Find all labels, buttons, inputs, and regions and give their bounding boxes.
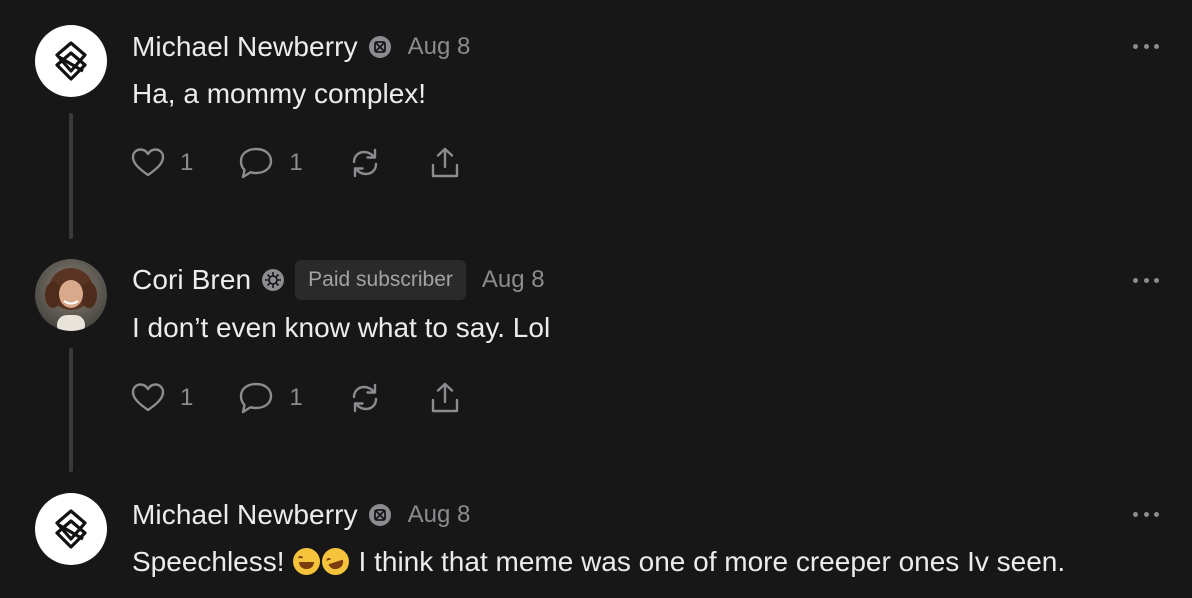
author-name[interactable]: Michael Newberry bbox=[132, 499, 358, 531]
reply-button[interactable]: 1 bbox=[237, 145, 303, 181]
comment-header: Cori Bren Paid subscriber Aug 8 bbox=[132, 260, 545, 300]
avatar-cori-bren[interactable] bbox=[35, 259, 107, 331]
comment-text-after: I think that meme was one of more creepe… bbox=[358, 546, 1066, 577]
speech-bubble-icon bbox=[240, 382, 273, 414]
avatar-michael-newberry[interactable] bbox=[35, 25, 107, 97]
comment-text: Speechless! I think that meme was one of … bbox=[132, 544, 1066, 579]
author-name[interactable]: Michael Newberry bbox=[132, 31, 358, 63]
emoji-group bbox=[292, 544, 353, 579]
author-name[interactable]: Cori Bren bbox=[132, 264, 251, 296]
logo-icon bbox=[55, 509, 87, 549]
like-button[interactable]: 1 bbox=[130, 380, 193, 416]
more-dots-icon[interactable] bbox=[1133, 509, 1159, 519]
subscriber-badge-icon bbox=[368, 36, 391, 58]
thread-line bbox=[69, 348, 73, 472]
share-upload-icon bbox=[431, 382, 458, 413]
restack-arrows-icon bbox=[352, 148, 377, 178]
paid-subscriber-badge: Paid subscriber bbox=[295, 260, 466, 300]
comment-date[interactable]: Aug 8 bbox=[408, 33, 471, 61]
heart-icon bbox=[131, 383, 165, 412]
profile-photo bbox=[35, 259, 107, 331]
like-count: 1 bbox=[180, 384, 194, 411]
comment-date[interactable]: Aug 8 bbox=[408, 501, 471, 529]
avatar-michael-newberry[interactable] bbox=[35, 493, 107, 565]
comment-text: Ha, a mommy complex! bbox=[132, 78, 427, 109]
comment-header: Michael Newberry Aug 8 bbox=[132, 495, 470, 535]
comment-text: I don’t even know what to say. Lol bbox=[132, 312, 551, 343]
restack-button[interactable] bbox=[347, 145, 383, 181]
comment-header: Michael Newberry Aug 8 bbox=[132, 27, 470, 67]
share-button[interactable] bbox=[427, 145, 463, 181]
subscriber-badge-icon bbox=[368, 504, 391, 526]
comment-actions: 1 1 bbox=[130, 378, 507, 418]
thread-line bbox=[69, 113, 73, 239]
face-with-tears-of-joy-icon bbox=[292, 548, 320, 575]
more-dots-icon[interactable] bbox=[1133, 41, 1159, 51]
restack-button[interactable] bbox=[347, 380, 383, 416]
rolling-on-the-floor-laughing-icon bbox=[318, 544, 353, 579]
comment-actions: 1 1 bbox=[130, 143, 507, 183]
speech-bubble-icon bbox=[240, 147, 273, 179]
reply-count: 1 bbox=[289, 149, 303, 176]
subscriber-badge-icon bbox=[262, 269, 285, 291]
more-dots-icon[interactable] bbox=[1133, 275, 1159, 285]
logo-icon bbox=[55, 41, 87, 81]
comment-date[interactable]: Aug 8 bbox=[482, 266, 545, 294]
heart-icon bbox=[131, 148, 165, 177]
share-upload-icon bbox=[431, 147, 458, 178]
comment-text-before: Speechless! bbox=[132, 546, 285, 577]
like-count: 1 bbox=[180, 149, 194, 176]
reply-button[interactable]: 1 bbox=[237, 380, 303, 416]
restack-arrows-icon bbox=[352, 383, 377, 413]
like-button[interactable]: 1 bbox=[130, 145, 193, 181]
reply-count: 1 bbox=[289, 384, 303, 411]
share-button[interactable] bbox=[427, 380, 463, 416]
